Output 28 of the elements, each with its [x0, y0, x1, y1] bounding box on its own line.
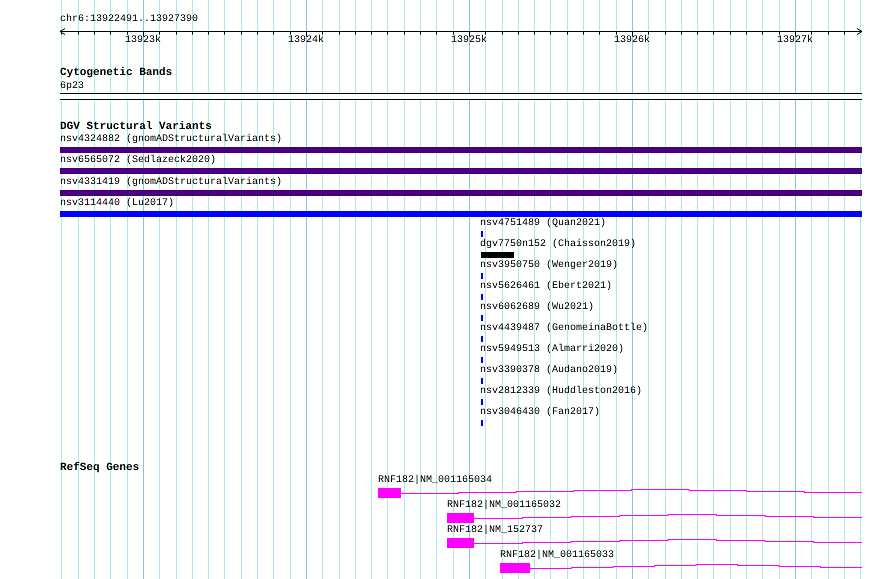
track-title: DGV Structural Variants — [60, 122, 212, 133]
track-title: Cytogenetic Bands — [60, 68, 172, 79]
variant-label: nsv6565072 (Sedlazeck2020) — [60, 156, 216, 166]
location-label: chr6:13922491..13927390 — [60, 15, 198, 25]
variant-label: nsv3390378 (Audano2019) — [480, 366, 618, 376]
variant-label: nsv5949513 (Almarri2020) — [480, 345, 624, 355]
gene-label: RNF182|NM_152737 — [447, 526, 544, 536]
variant-label: nsv6062689 (Wu2021) — [480, 303, 594, 313]
gene-label: RNF182|NM_001165034 — [378, 476, 492, 486]
band-label: 6p23 — [60, 82, 84, 92]
track-title: RefSeq Genes — [60, 463, 140, 474]
variant-label: nsv5626461 (Ebert2021) — [480, 282, 612, 292]
variant-label: nsv3046430 (Fan2017) — [480, 408, 600, 418]
variant-label: nsv3114440 (Lu2017) — [60, 199, 174, 209]
variant-label: nsv4324882 (gnomADStructuralVariants) — [60, 135, 282, 145]
variant-label: nsv4331419 (gnomADStructuralVariants) — [60, 178, 282, 188]
variant-label: nsv2812339 (Huddleston2016) — [480, 387, 642, 397]
tick-label: 13926k — [614, 36, 650, 46]
variant-label: dgv7750n152 (Chaisson2019) — [480, 240, 636, 250]
gene-label: RNF182|NM_001165032 — [447, 501, 562, 511]
tick-label: 13925k — [451, 36, 487, 46]
gene-label: RNF182|NM_001165033 — [500, 551, 614, 561]
tick-label: 13923k — [125, 36, 161, 46]
variant-label: nsv3950750 (Wenger2019) — [480, 261, 618, 271]
variant-label: nsv4751489 (Quan2021) — [480, 219, 606, 229]
tick-label: 13924k — [288, 36, 324, 46]
variant-label: nsv4439487 (GenomeinaBottle) — [480, 324, 648, 334]
tick-label: 13927k — [777, 36, 813, 46]
